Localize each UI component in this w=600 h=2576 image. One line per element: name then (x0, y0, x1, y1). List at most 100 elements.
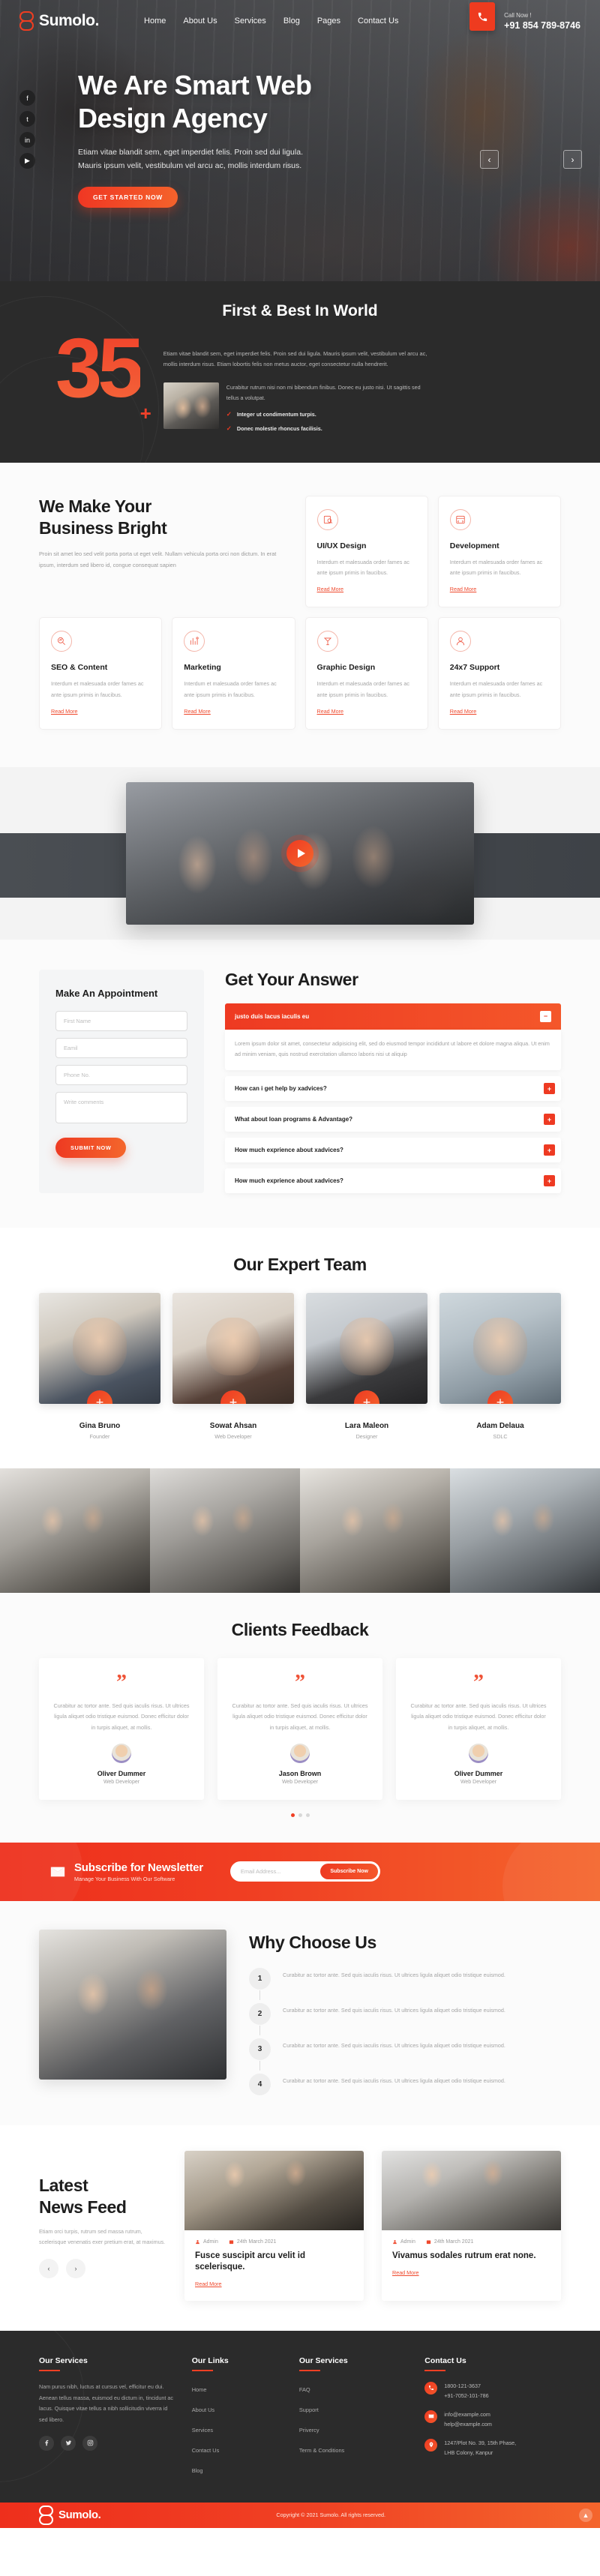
footer-link-about-us[interactable]: About Us (192, 2407, 214, 2413)
get-started-button[interactable]: GET STARTED NOW (78, 186, 178, 208)
team-member-card[interactable]: + Adam Delaua SDLC (440, 1293, 561, 1440)
blog-post-image (382, 2150, 561, 2230)
header-call-block[interactable]: Call Now ! +91 854 789-8746 (470, 2, 580, 31)
first-name-input[interactable] (56, 1010, 188, 1031)
news-feed-prev-arrow[interactable]: ‹ (39, 2258, 58, 2278)
plus-icon[interactable]: + (87, 1390, 112, 1405)
blog-post-card[interactable]: Admin 24th March 2021 Vivamus sodales ru… (382, 2150, 561, 2301)
read-more-link[interactable]: Read More (392, 2269, 419, 2276)
nav-item-blog[interactable]: Blog (284, 16, 300, 25)
check-icon: ✓ (226, 424, 232, 432)
newsletter-email-input[interactable] (240, 1868, 321, 1876)
read-more-link[interactable]: Read More (184, 708, 211, 715)
service-card-marketing[interactable]: Marketing Interdum et malesuada order fa… (172, 617, 296, 730)
footer-link-contact-us[interactable]: Contact Us (192, 2447, 220, 2454)
plus-icon[interactable]: + (488, 1390, 513, 1405)
twitter-icon[interactable]: t (20, 111, 35, 127)
footer-brand-name: Sumolo. (58, 2509, 101, 2522)
footer-link-privacy[interactable]: Privercy (299, 2427, 320, 2434)
facebook-icon[interactable] (39, 2435, 54, 2451)
accordion-item[interactable]: What about loan programs & Advantage? + (225, 1107, 561, 1132)
footer-column-contact: Contact Us 1800-121-3637 +91-7052-101-786… (424, 2356, 561, 2483)
nav-item-pages[interactable]: Pages (317, 16, 340, 25)
chevron-down-icon[interactable]: + (544, 1114, 555, 1126)
email-input[interactable] (56, 1037, 188, 1058)
contact-phone-2[interactable]: +91-7052-101-786 (444, 2392, 488, 2399)
nav-item-services[interactable]: Services (235, 16, 266, 25)
nav-item-about-us[interactable]: About Us (183, 16, 217, 25)
twitter-icon[interactable] (61, 2435, 76, 2451)
carousel-dot[interactable] (305, 1813, 310, 1817)
stats-sub-paragraph: Curabitur rutrum nisi non mi bibendum fi… (226, 383, 421, 401)
gallery-image[interactable] (0, 1468, 150, 1594)
marketing-icon (184, 631, 206, 652)
blog-post-card[interactable]: Admin 24th March 2021 Fusce suscipit arc… (184, 2150, 364, 2301)
chevron-up-icon[interactable]: − (540, 1010, 551, 1022)
service-card-seo[interactable]: SEO & Content Interdum et malesuada orde… (39, 617, 163, 730)
accordion-header-active[interactable]: justo duis lacus iaculis eu − (225, 1003, 561, 1030)
stats-section: First & Best In World 35 + Etiam vitae b… (0, 281, 600, 463)
footer-link-home[interactable]: Home (192, 2386, 207, 2393)
footer-link-blog[interactable]: Blog (192, 2467, 203, 2474)
service-card-uiux[interactable]: UI/UX Design Interdum et malesuada order… (304, 496, 428, 608)
submit-now-button[interactable]: SUBMIT NOW (56, 1137, 127, 1158)
youtube-icon[interactable]: ▶ (20, 153, 35, 169)
contact-phone-1[interactable]: 1800-121-3637 (444, 2383, 481, 2389)
hero-title-line-2: Design Agency (78, 102, 268, 133)
read-more-link[interactable]: Read More (51, 708, 78, 715)
hero-prev-arrow[interactable]: ‹ (480, 150, 499, 169)
instagram-icon[interactable] (82, 2435, 98, 2451)
contact-email-1[interactable]: info@example.com (444, 2411, 490, 2418)
nav-item-home[interactable]: Home (144, 16, 166, 25)
team-member-card[interactable]: + Lara Maleon Designer (306, 1293, 428, 1440)
quote-icon: ” (473, 1671, 484, 1695)
read-more-link[interactable]: Read More (450, 708, 477, 715)
facebook-icon[interactable]: f (20, 90, 35, 106)
subscribe-now-button[interactable]: Subscribe Now (320, 1864, 378, 1880)
chevron-down-icon[interactable]: + (544, 1083, 555, 1095)
gallery-image[interactable] (300, 1468, 450, 1594)
play-icon[interactable] (286, 839, 314, 867)
team-member-card[interactable]: + Gina Bruno Founder (39, 1293, 160, 1440)
hero-next-arrow[interactable]: › (563, 150, 582, 169)
footer-link-support[interactable]: Support (299, 2407, 319, 2413)
scroll-to-top-icon[interactable]: ▲ (579, 2508, 592, 2522)
accordion-item[interactable]: How much exprience about xadvices? + (225, 1168, 561, 1194)
brand-logo[interactable]: Sumolo. (20, 11, 99, 31)
plus-icon[interactable]: + (220, 1390, 246, 1405)
accordion-answer: Lorem ipsum dolor sit amet, consectetur … (225, 1029, 561, 1071)
service-card-development[interactable]: Development Interdum et malesuada order … (437, 496, 561, 608)
footer-link-services[interactable]: Services (192, 2427, 213, 2434)
call-now-number[interactable]: +91 854 789-8746 (504, 20, 580, 31)
footer-link-faq[interactable]: FAQ (299, 2386, 310, 2393)
gallery-image[interactable] (150, 1468, 300, 1594)
carousel-dot[interactable] (298, 1813, 302, 1817)
read-more-link[interactable]: Read More (195, 2281, 222, 2287)
read-more-link[interactable]: Read More (317, 708, 344, 715)
testimonial-name: Oliver Dummer (97, 1769, 146, 1777)
gallery-image[interactable] (450, 1468, 600, 1594)
footer-brand-logo[interactable]: Sumolo. (39, 2505, 101, 2525)
service-card-graphic[interactable]: Graphic Design Interdum et malesuada ord… (304, 617, 428, 730)
linkedin-icon[interactable]: in (20, 132, 35, 148)
read-more-link[interactable]: Read More (450, 586, 477, 592)
comments-textarea[interactable] (56, 1091, 188, 1123)
contact-email-row: info@example.com help@example.com (424, 2410, 561, 2430)
video-thumbnail[interactable] (126, 781, 474, 925)
accordion-item[interactable]: How can i get help by xadvices? + (225, 1076, 561, 1102)
nav-item-contact-us[interactable]: Contact Us (358, 16, 398, 25)
phone-input[interactable] (56, 1064, 188, 1085)
plus-icon[interactable]: + (354, 1390, 380, 1405)
chevron-down-icon[interactable]: + (544, 1144, 555, 1156)
footer-link-terms[interactable]: Term & Conditions (299, 2447, 344, 2454)
contact-email-2[interactable]: help@example.com (444, 2421, 492, 2428)
read-more-link[interactable]: Read More (317, 586, 344, 592)
accordion-item[interactable]: How much exprience about xadvices? + (225, 1138, 561, 1163)
news-feed-next-arrow[interactable]: › (66, 2258, 86, 2278)
chevron-down-icon[interactable]: + (544, 1175, 555, 1187)
team-member-card[interactable]: + Sowat Ahsan Web Developer (172, 1293, 294, 1440)
service-card-support[interactable]: 24x7 Support Interdum et malesuada order… (437, 617, 561, 730)
phone-icon[interactable] (470, 2, 496, 31)
carousel-dot[interactable] (290, 1813, 295, 1817)
mail-icon (424, 2410, 438, 2423)
